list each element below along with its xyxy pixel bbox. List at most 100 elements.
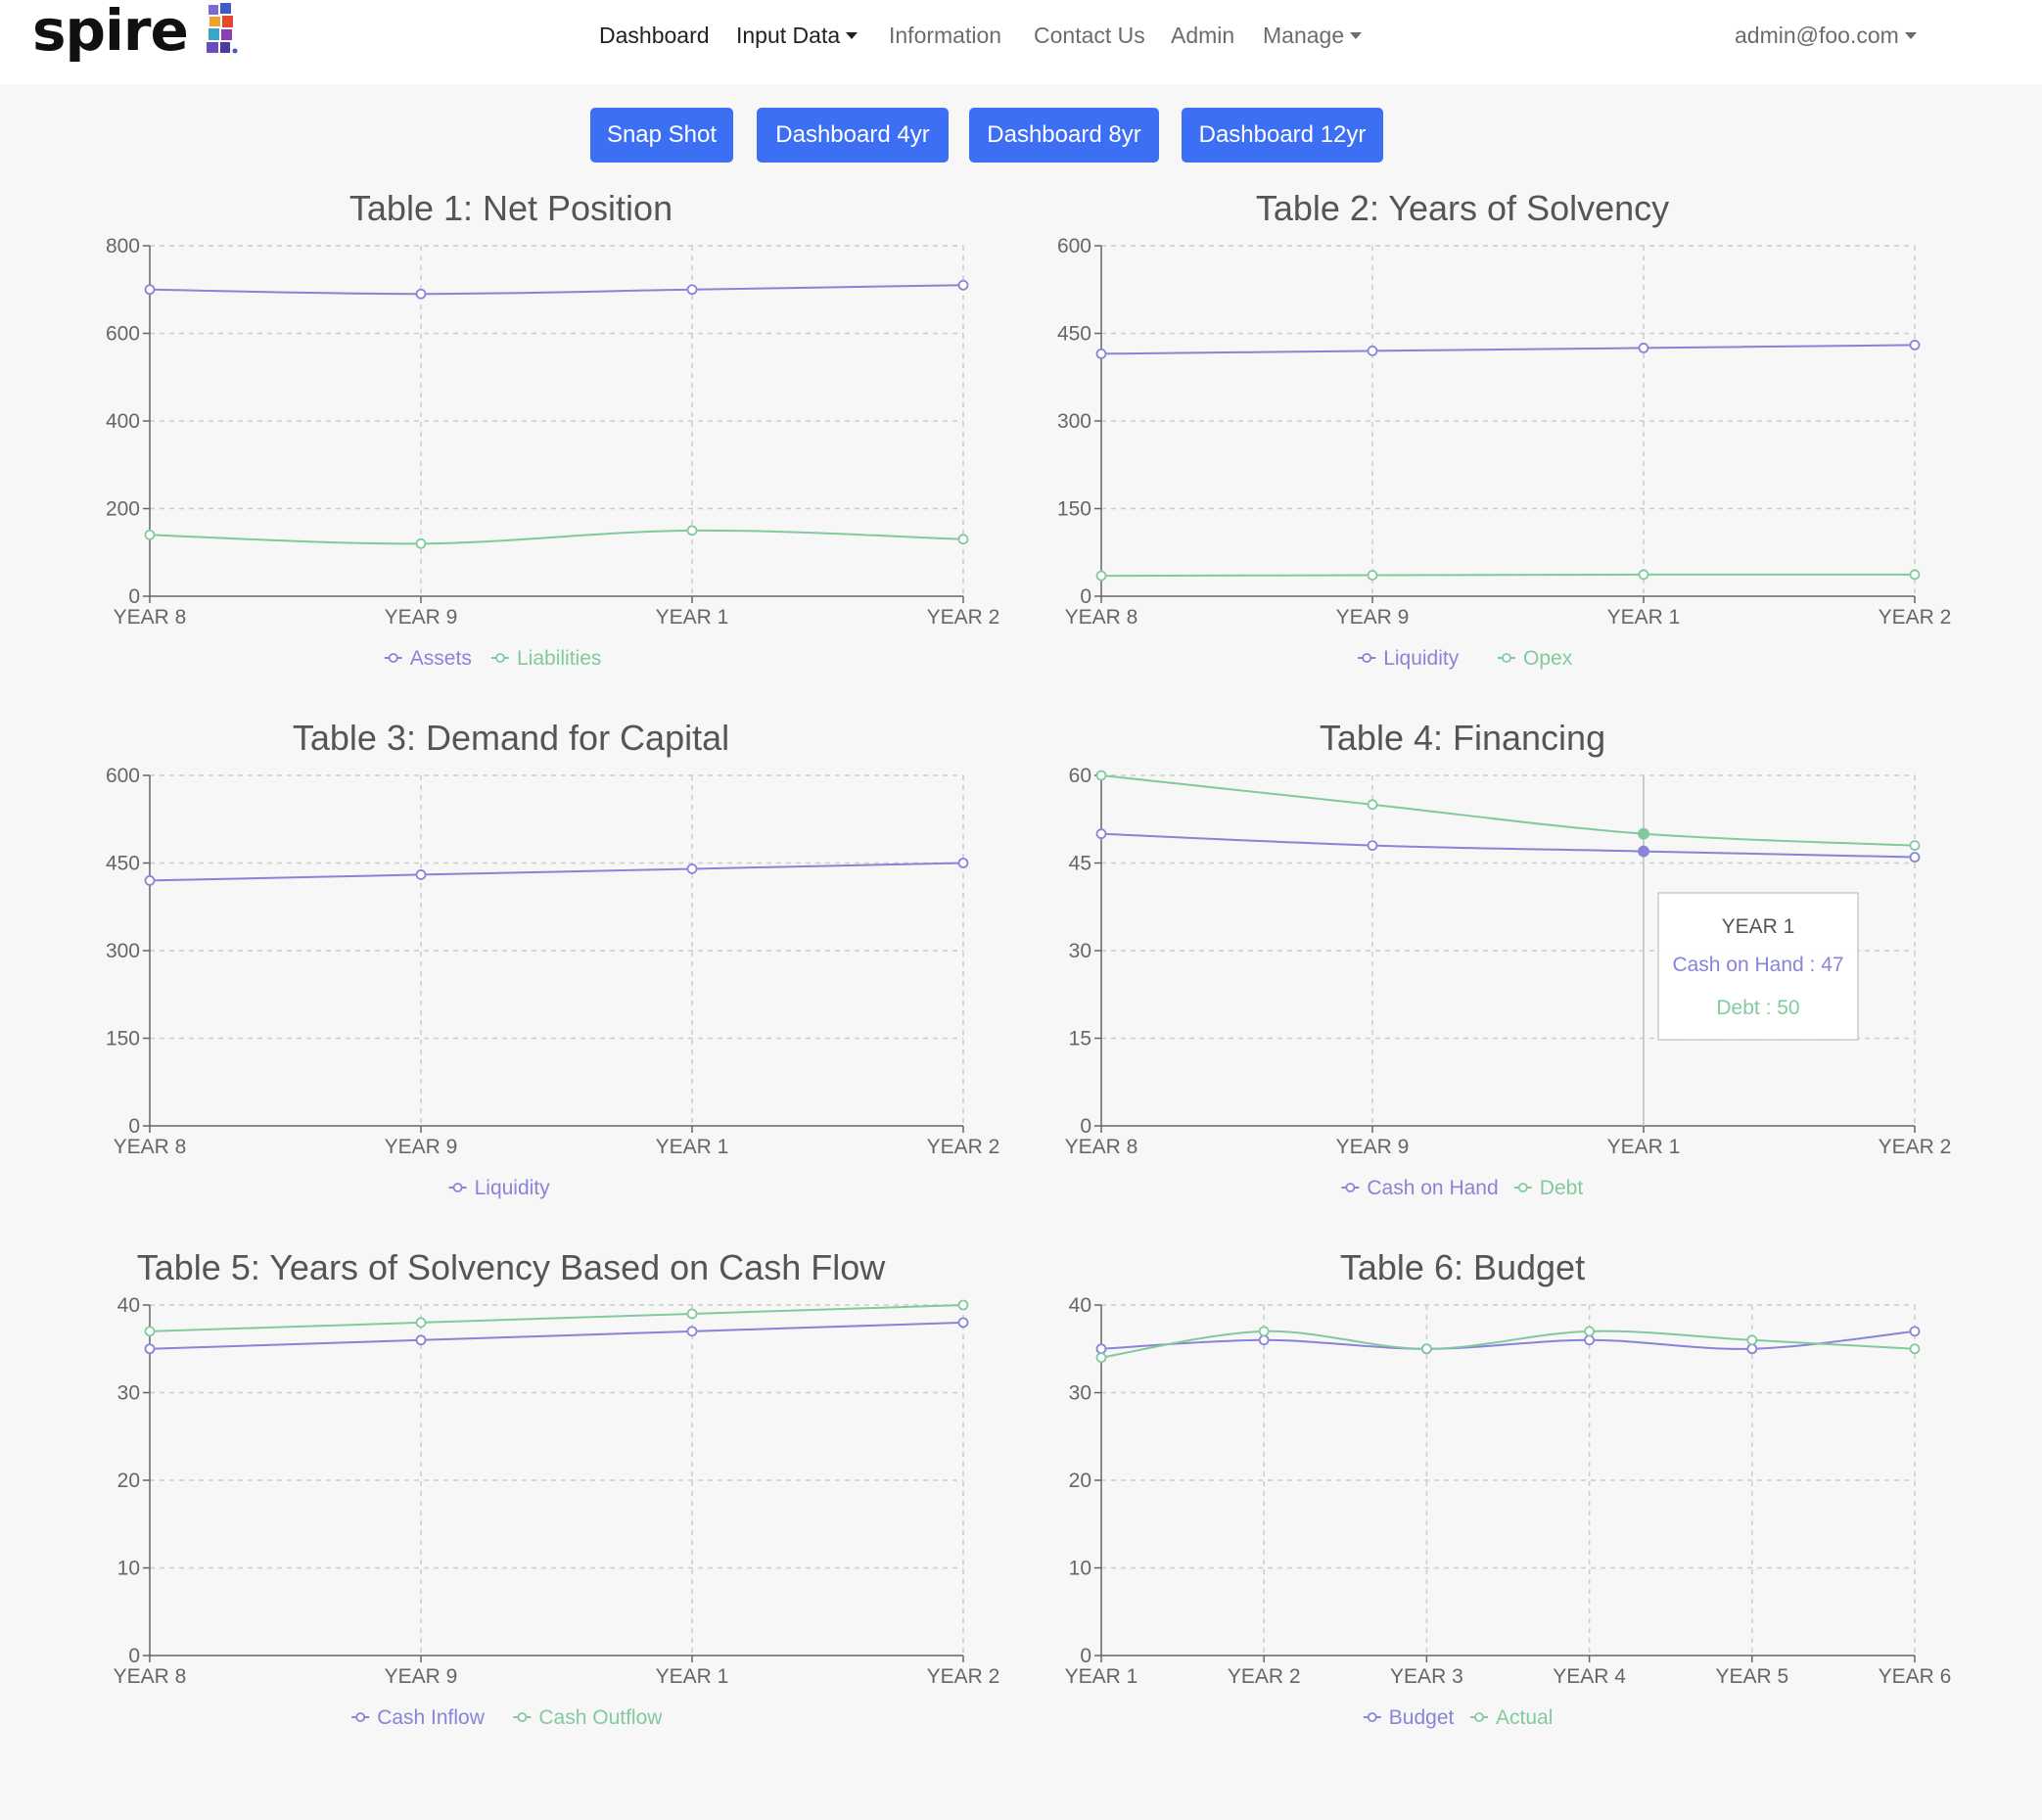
y-tick-label: 800 — [106, 235, 140, 257]
data-point — [1095, 828, 1107, 840]
x-tick-label: YEAR 9 — [1336, 606, 1410, 629]
y-tick-label: 0 — [1080, 1115, 1091, 1138]
y-tick-label: 200 — [106, 498, 140, 521]
legend-item: Cash Inflow — [377, 1706, 486, 1729]
data-point — [1367, 840, 1378, 851]
y-tick-label: 300 — [1057, 410, 1091, 433]
data-point — [1095, 570, 1107, 582]
data-point — [1095, 1343, 1107, 1355]
x-tick-label: YEAR 9 — [1336, 1136, 1410, 1158]
y-tick-label: 300 — [106, 940, 140, 962]
series-line — [1100, 573, 1916, 578]
y-tick-label: 450 — [1057, 323, 1091, 346]
y-tick-label: 600 — [106, 323, 140, 346]
x-tick-label: YEAR 2 — [1228, 1665, 1301, 1688]
y-tick-label: 450 — [106, 853, 140, 875]
data-point — [1367, 570, 1378, 581]
x-tick-label: YEAR 2 — [927, 606, 1000, 629]
y-tick-label: 600 — [1057, 235, 1091, 257]
legend-item: Actual — [1496, 1706, 1553, 1729]
y-tick-label: 20 — [117, 1470, 140, 1492]
series-line — [1100, 774, 1916, 847]
y-tick-label: 30 — [1069, 940, 1091, 962]
y-tick-label: 0 — [128, 1115, 140, 1138]
data-point — [415, 1334, 427, 1346]
x-tick-label: YEAR 3 — [1390, 1665, 1463, 1688]
charts-area: Table 1: Net Position0200400600800YEAR 8… — [106, 188, 1952, 1729]
x-tick-label: YEAR 9 — [385, 1136, 458, 1158]
legend-icon-marker — [1517, 1183, 1528, 1192]
chart-2: Table 2: Years of Solvency 0 150 300 450 600 Y… — [1057, 188, 1951, 670]
data-point — [1638, 845, 1649, 858]
data-point — [1909, 340, 1921, 350]
chart-4: Table 4: Financing 0 15 30 45 60 YEAR 8 YEAR 9 Y… — [1065, 718, 1952, 1199]
chart-5: Table 5: Years of Solvency Based on Cash… — [114, 1247, 1000, 1729]
tooltip-line: Debt : 50 — [1716, 997, 1799, 1019]
y-tick-label: 10 — [1069, 1558, 1091, 1580]
data-point — [144, 284, 156, 296]
tooltip-title: YEAR 1 — [1722, 915, 1795, 938]
legend-item: Liabilities — [517, 647, 601, 670]
data-point — [1909, 569, 1921, 581]
legend-icon-marker — [495, 653, 505, 663]
data-point — [144, 875, 156, 886]
data-point — [1909, 852, 1921, 863]
legend-item: Cash Outflow — [538, 1706, 663, 1729]
data-point — [1421, 1343, 1432, 1355]
chart-title: Table 6: Budget — [1340, 1247, 1585, 1287]
data-point — [957, 279, 969, 291]
chart-1: Table 1: Net Position 0 200 400 600 800 YEAR 8… — [106, 188, 999, 670]
series-line — [149, 284, 964, 296]
x-tick-label: YEAR 9 — [385, 1665, 458, 1688]
chart-title: Table 1: Net Position — [349, 188, 673, 228]
y-tick-label: 400 — [106, 410, 140, 433]
y-tick-label: 0 — [128, 585, 140, 608]
x-tick-label: YEAR 1 — [1607, 1136, 1681, 1158]
data-point — [144, 1343, 156, 1355]
data-point — [1258, 1334, 1270, 1346]
data-point — [1909, 840, 1921, 851]
data-point — [686, 1326, 698, 1337]
x-tick-label: YEAR 2 — [927, 1136, 1000, 1158]
data-point — [144, 529, 156, 540]
data-point — [1746, 1343, 1758, 1355]
x-tick-label: YEAR 6 — [1879, 1665, 1952, 1688]
data-point — [957, 858, 969, 868]
data-point — [415, 1317, 427, 1329]
data-point — [144, 1326, 156, 1337]
legend-icon-marker — [1362, 653, 1372, 663]
y-tick-label: 0 — [1080, 585, 1091, 608]
x-tick-label: YEAR 1 — [1065, 1665, 1138, 1688]
data-point — [1909, 1326, 1921, 1337]
x-tick-label: YEAR 2 — [927, 1665, 1000, 1688]
y-tick-label: 150 — [106, 1028, 140, 1050]
chart-title: Table 3: Demand for Capital — [293, 718, 729, 758]
data-point — [1367, 345, 1378, 356]
y-tick-label: 15 — [1069, 1028, 1091, 1050]
data-point — [1095, 348, 1107, 359]
series-line — [1100, 344, 1916, 355]
series-line — [149, 529, 964, 545]
data-point — [686, 1308, 698, 1320]
y-tick-label: 60 — [1069, 765, 1091, 787]
data-point — [957, 1317, 969, 1329]
legend-item: Cash on Hand — [1367, 1177, 1498, 1199]
x-tick-label: YEAR 1 — [656, 1665, 729, 1688]
legend-icon-marker — [355, 1712, 366, 1722]
data-point — [1638, 343, 1649, 353]
y-tick-label: 40 — [117, 1294, 140, 1317]
y-tick-label: 600 — [106, 765, 140, 787]
y-tick-label: 150 — [1057, 498, 1091, 521]
legend-item: Liquidity — [475, 1177, 551, 1199]
legend-item: Liquidity — [1383, 647, 1460, 670]
x-tick-label: YEAR 1 — [656, 1136, 729, 1158]
data-point — [1367, 799, 1378, 811]
x-tick-label: YEAR 1 — [1607, 606, 1681, 629]
chart-title: Table 2: Years of Solvency — [1256, 188, 1669, 228]
x-tick-label: YEAR 8 — [114, 606, 187, 629]
data-point — [686, 863, 698, 874]
x-tick-label: YEAR 2 — [1879, 1136, 1952, 1158]
legend-item: Opex — [1523, 647, 1573, 670]
data-point — [1909, 1343, 1921, 1355]
legend-icon-marker — [1345, 1183, 1356, 1192]
